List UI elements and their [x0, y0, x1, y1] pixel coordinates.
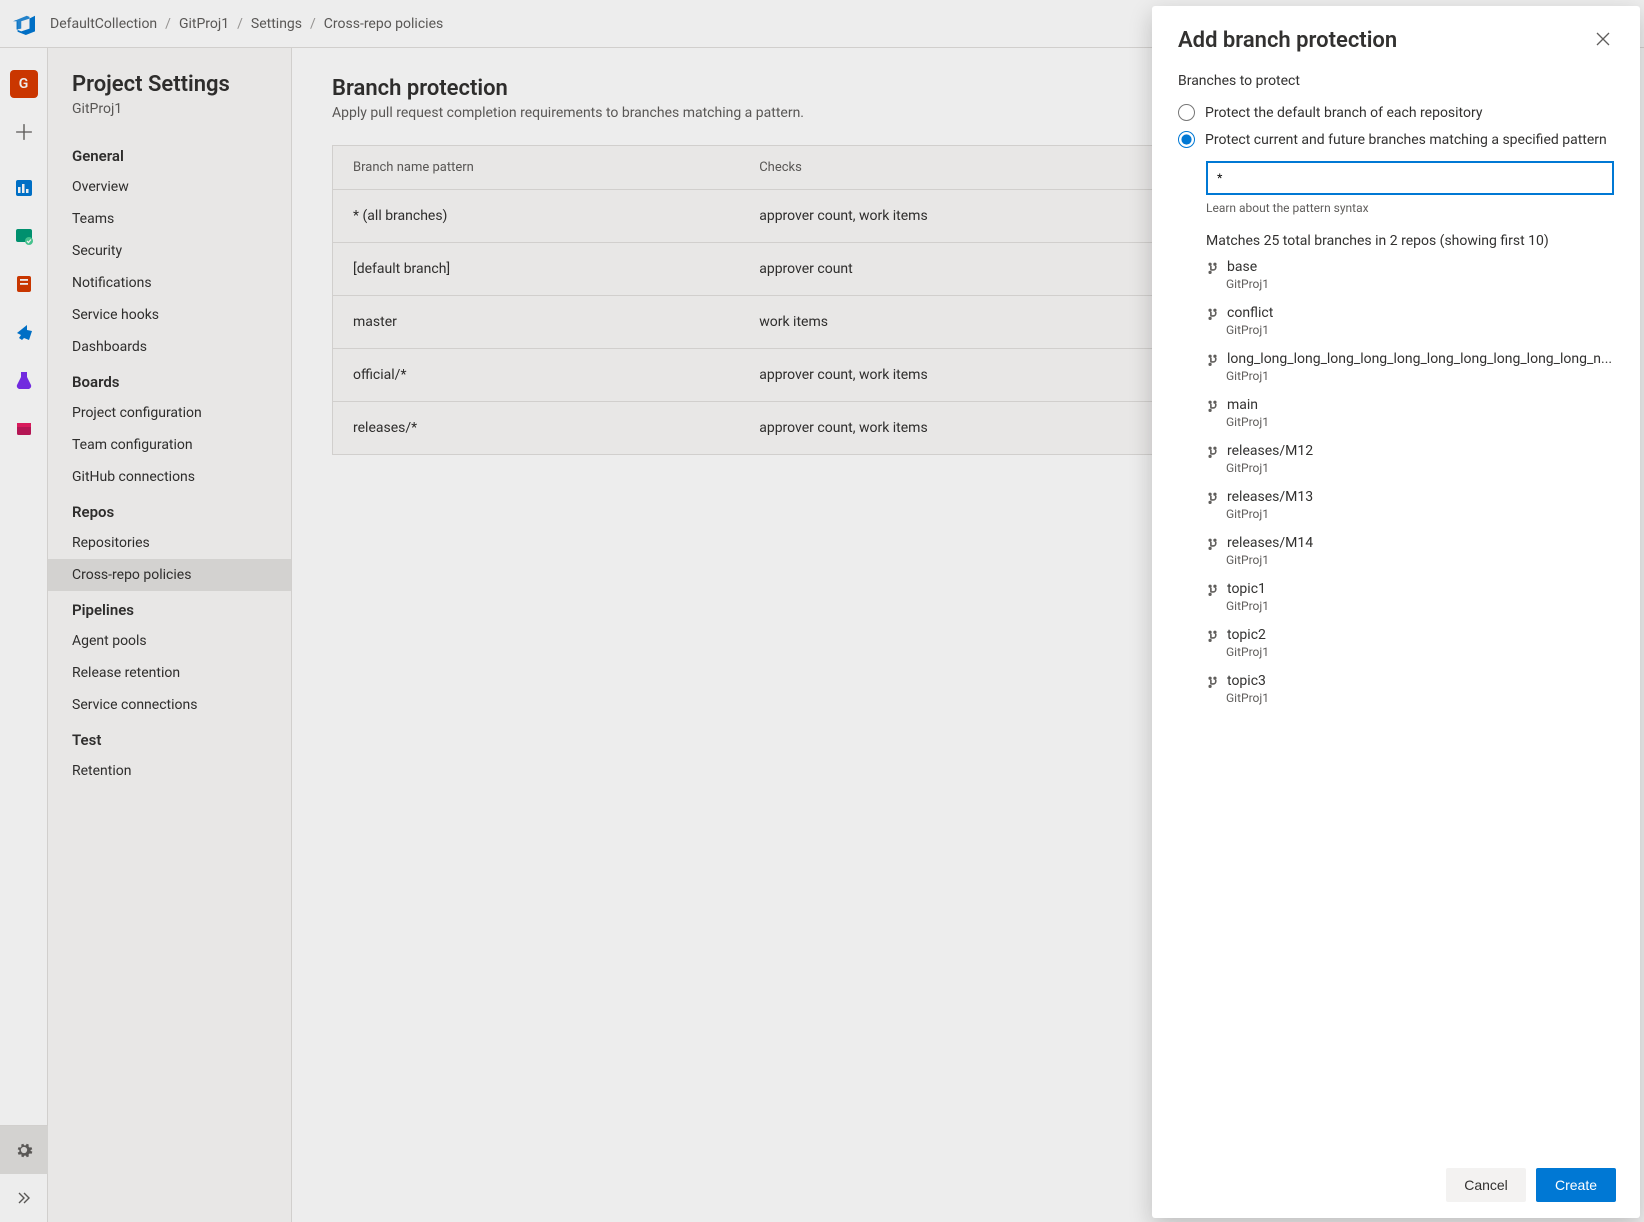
match-branch-name: base	[1206, 259, 1614, 275]
match-branch-name: conflict	[1206, 305, 1614, 321]
branch-icon	[1206, 675, 1219, 688]
match-repo-name: GitProj1	[1206, 507, 1614, 521]
match-repo-name: GitProj1	[1206, 369, 1614, 383]
match-item[interactable]: conflict GitProj1	[1206, 305, 1614, 337]
match-item[interactable]: topic3 GitProj1	[1206, 673, 1614, 705]
match-repo-name: GitProj1	[1206, 599, 1614, 613]
radio-default-label: Protect the default branch of each repos…	[1205, 105, 1482, 121]
branch-icon	[1206, 491, 1219, 504]
match-branch-name: releases/M13	[1206, 489, 1614, 505]
branch-icon	[1206, 353, 1219, 366]
match-item[interactable]: long_long_long_long_long_long_long_long_…	[1206, 351, 1614, 383]
match-item[interactable]: topic1 GitProj1	[1206, 581, 1614, 613]
branches-to-protect-label: Branches to protect	[1178, 73, 1614, 89]
radio-pattern-input[interactable]	[1178, 131, 1195, 148]
match-repo-name: GitProj1	[1206, 645, 1614, 659]
match-repo-name: GitProj1	[1206, 691, 1614, 705]
create-button[interactable]: Create	[1536, 1168, 1616, 1202]
match-repo-name: GitProj1	[1206, 553, 1614, 567]
match-branch-name: releases/M14	[1206, 535, 1614, 551]
radio-pattern-branch[interactable]: Protect current and future branches matc…	[1178, 126, 1614, 153]
pattern-syntax-hint[interactable]: Learn about the pattern syntax	[1206, 201, 1614, 215]
radio-pattern-label: Protect current and future branches matc…	[1205, 132, 1607, 148]
match-branch-name: releases/M12	[1206, 443, 1614, 459]
branch-icon	[1206, 537, 1219, 550]
branch-icon	[1206, 583, 1219, 596]
match-list: base GitProj1 conflict GitProj1 long_long_lo…	[1178, 259, 1614, 705]
branch-icon	[1206, 629, 1219, 642]
radio-default-branch[interactable]: Protect the default branch of each repos…	[1178, 99, 1614, 126]
cancel-button[interactable]: Cancel	[1446, 1168, 1526, 1202]
match-summary: Matches 25 total branches in 2 repos (sh…	[1178, 233, 1614, 249]
add-branch-protection-panel: Add branch protection Branches to protec…	[1152, 6, 1640, 1218]
match-item[interactable]: topic2 GitProj1	[1206, 627, 1614, 659]
match-repo-name: GitProj1	[1206, 415, 1614, 429]
match-branch-name: long_long_long_long_long_long_long_long_…	[1206, 351, 1614, 367]
branch-icon	[1206, 445, 1219, 458]
close-icon	[1596, 32, 1610, 46]
pattern-input[interactable]	[1206, 161, 1614, 195]
match-branch-name: topic1	[1206, 581, 1614, 597]
match-branch-name: topic2	[1206, 627, 1614, 643]
panel-title: Add branch protection	[1178, 28, 1397, 53]
match-item[interactable]: base GitProj1	[1206, 259, 1614, 291]
match-item[interactable]: releases/M14 GitProj1	[1206, 535, 1614, 567]
match-repo-name: GitProj1	[1206, 323, 1614, 337]
match-item[interactable]: releases/M13 GitProj1	[1206, 489, 1614, 521]
radio-default-input[interactable]	[1178, 104, 1195, 121]
match-item[interactable]: main GitProj1	[1206, 397, 1614, 429]
branch-icon	[1206, 399, 1219, 412]
match-branch-name: topic3	[1206, 673, 1614, 689]
match-item[interactable]: releases/M12 GitProj1	[1206, 443, 1614, 475]
match-repo-name: GitProj1	[1206, 461, 1614, 475]
branch-icon	[1206, 261, 1219, 274]
match-branch-name: main	[1206, 397, 1614, 413]
match-repo-name: GitProj1	[1206, 277, 1614, 291]
branch-icon	[1206, 307, 1219, 320]
close-button[interactable]	[1592, 28, 1614, 50]
